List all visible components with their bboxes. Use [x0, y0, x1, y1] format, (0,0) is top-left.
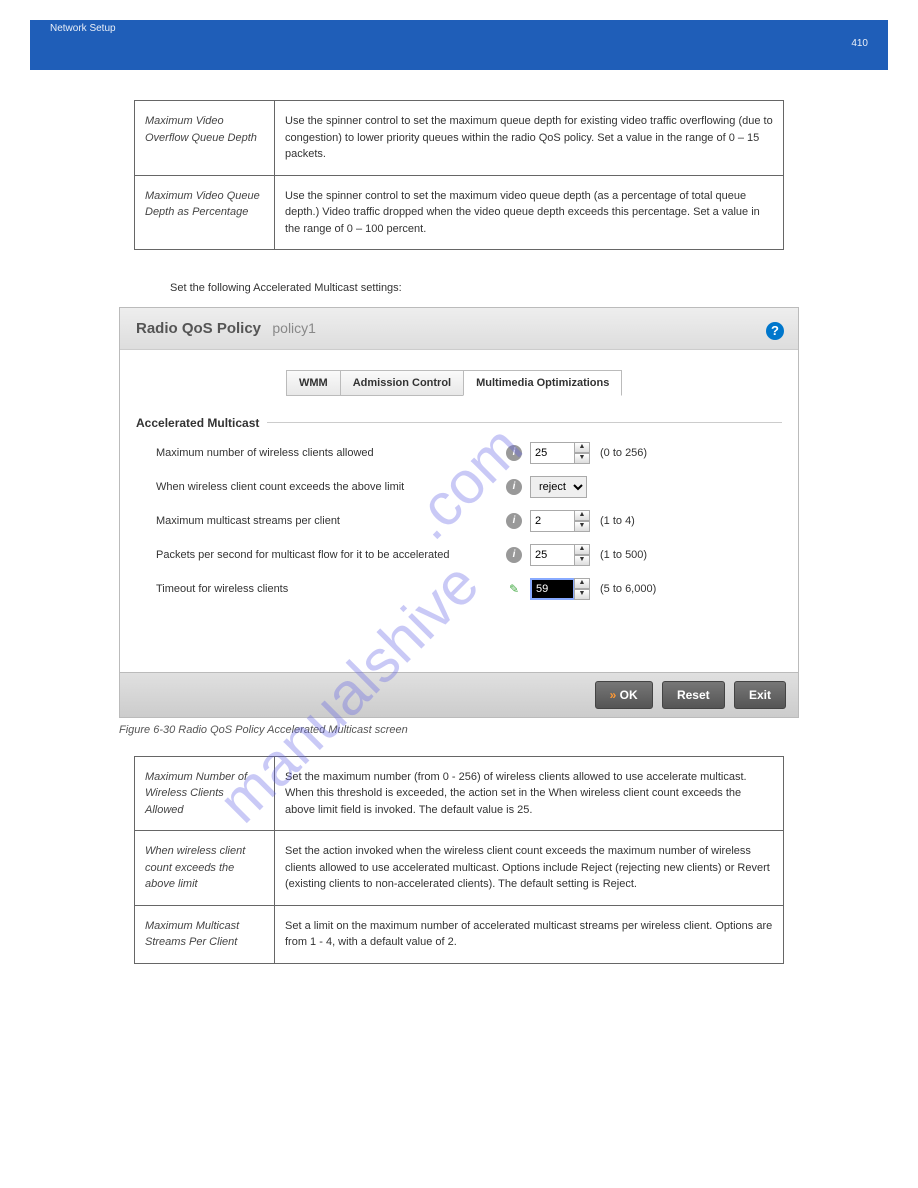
spinner: ▲ ▼: [574, 578, 590, 600]
tab-multimedia-opt[interactable]: Multimedia Optimizations: [463, 370, 622, 396]
spin-down-icon[interactable]: ▼: [574, 555, 590, 566]
timeout-input[interactable]: [530, 578, 575, 600]
param-desc: Use the spinner control to set the maxim…: [275, 175, 784, 250]
spin-up-icon[interactable]: ▲: [574, 510, 590, 521]
spin-down-icon[interactable]: ▼: [574, 453, 590, 464]
panel-title: Radio QoS Policy: [136, 320, 261, 337]
param-desc: Set a limit on the maximum number of acc…: [275, 905, 784, 963]
info-icon[interactable]: i: [506, 547, 522, 563]
param-label: Maximum Video Overflow Queue Depth: [135, 101, 275, 176]
row-pps: Packets per second for multicast flow fo…: [136, 544, 782, 566]
tab-row: WMM Admission Control Multimedia Optimiz…: [286, 370, 782, 396]
row-timeout: Timeout for wireless clients ✎ ▲ ▼ (5 to…: [136, 578, 782, 600]
range-hint: (1 to 500): [600, 549, 647, 561]
top-banner: Network Setup 410: [30, 20, 888, 70]
row-exceed-action: When wireless client count exceeds the a…: [136, 476, 782, 498]
panel-footer: OK Reset Exit: [120, 672, 798, 717]
spinner: ▲ ▼: [574, 544, 590, 566]
max-streams-input[interactable]: [530, 510, 575, 532]
spin-up-icon[interactable]: ▲: [574, 544, 590, 555]
param-label: Maximum Multicast Streams Per Client: [135, 905, 275, 963]
table-row: When wireless client count exceeds the a…: [135, 831, 784, 906]
tab-wmm[interactable]: WMM: [286, 370, 341, 396]
table-row: Maximum Video Overflow Queue Depth Use t…: [135, 101, 784, 176]
param-desc: Use the spinner control to set the maxim…: [275, 101, 784, 176]
figure-caption: Figure 6-30 Radio QoS Policy Accelerated…: [119, 724, 799, 736]
form-label: Maximum multicast streams per client: [156, 515, 506, 527]
step-text: Set the following Accelerated Multicast …: [170, 280, 748, 297]
banner-page: 410: [851, 38, 868, 49]
section-label: Accelerated Multicast: [136, 416, 259, 430]
table-row: Maximum Multicast Streams Per Client Set…: [135, 905, 784, 963]
panel-body: WMM Admission Control Multimedia Optimiz…: [120, 350, 798, 672]
spin-down-icon[interactable]: ▼: [574, 589, 590, 600]
spin-up-icon[interactable]: ▲: [574, 442, 590, 453]
panel-header: Radio QoS Policy policy1 ?: [120, 308, 798, 350]
params-table-2: Maximum Number of Wireless Clients Allow…: [134, 756, 784, 964]
param-label: When wireless client count exceeds the a…: [135, 831, 275, 906]
param-desc: Set the action invoked when the wireless…: [275, 831, 784, 906]
divider: [267, 422, 782, 423]
exit-button[interactable]: Exit: [734, 681, 786, 709]
row-max-clients: Maximum number of wireless clients allow…: [136, 442, 782, 464]
spin-down-icon[interactable]: ▼: [574, 521, 590, 532]
info-icon[interactable]: i: [506, 445, 522, 461]
form-label: When wireless client count exceeds the a…: [156, 481, 506, 493]
spin-up-icon[interactable]: ▲: [574, 578, 590, 589]
tab-admission-control[interactable]: Admission Control: [340, 370, 464, 396]
form-label: Packets per second for multicast flow fo…: [156, 549, 506, 561]
row-max-streams: Maximum multicast streams per client i ▲…: [136, 510, 782, 532]
reset-button[interactable]: Reset: [662, 681, 725, 709]
radio-qos-panel: .com manualshive Radio QoS Policy policy…: [119, 307, 799, 718]
range-hint: (1 to 4): [600, 515, 635, 527]
spinner: ▲ ▼: [574, 442, 590, 464]
info-icon[interactable]: i: [506, 513, 522, 529]
param-desc: Set the maximum number (from 0 - 256) of…: [275, 756, 784, 831]
param-label: Maximum Video Queue Depth as Percentage: [135, 175, 275, 250]
param-label: Maximum Number of Wireless Clients Allow…: [135, 756, 275, 831]
help-icon[interactable]: ?: [766, 322, 784, 340]
banner-left: Network Setup: [30, 5, 136, 52]
pps-input[interactable]: [530, 544, 575, 566]
panel-subtitle: policy1: [272, 320, 316, 336]
section-title: Accelerated Multicast: [136, 416, 782, 430]
table-row: Maximum Video Queue Depth as Percentage …: [135, 175, 784, 250]
exceed-action-select[interactable]: reject: [530, 476, 587, 498]
form-label: Timeout for wireless clients: [156, 583, 506, 595]
pencil-icon[interactable]: ✎: [506, 581, 522, 597]
range-hint: (0 to 256): [600, 447, 647, 459]
ok-button[interactable]: OK: [595, 681, 653, 709]
info-icon[interactable]: i: [506, 479, 522, 495]
form-label: Maximum number of wireless clients allow…: [156, 447, 506, 459]
range-hint: (5 to 6,000): [600, 583, 656, 595]
max-clients-input[interactable]: [530, 442, 575, 464]
params-table-1: Maximum Video Overflow Queue Depth Use t…: [134, 100, 784, 250]
table-row: Maximum Number of Wireless Clients Allow…: [135, 756, 784, 831]
spinner: ▲ ▼: [574, 510, 590, 532]
